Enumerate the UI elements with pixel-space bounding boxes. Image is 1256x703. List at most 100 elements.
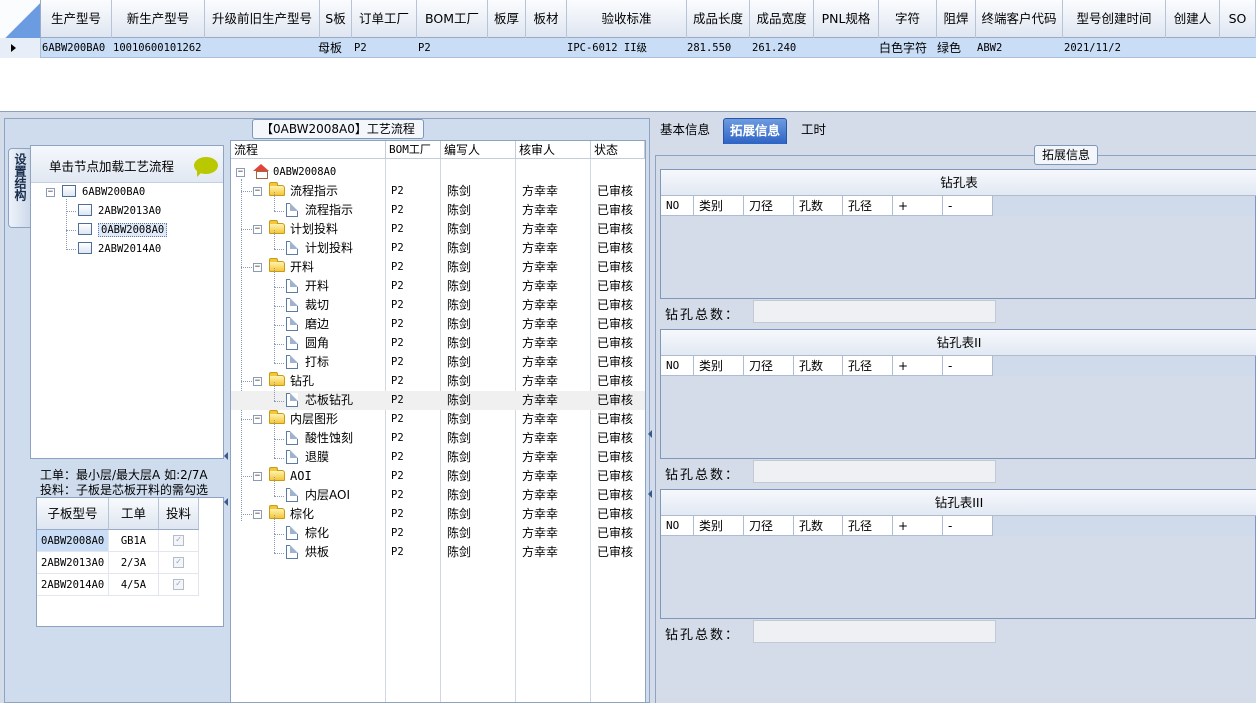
table-row-feed[interactable]: ✓ [159,552,199,574]
flow-row[interactable]: 内层AOI P2 陈剑 方幸幸 已审核 [231,477,645,505]
cell-customer-code[interactable]: ABW2 [977,38,1002,58]
table-row-model[interactable]: 2ABW2014A0 [37,574,109,596]
tab-work-hours[interactable]: 工时 [795,118,832,144]
flow-row[interactable]: − 棕化 P2 陈剑 方幸幸 已审核 [231,505,645,524]
drill-col-diameter[interactable]: 孔径 [843,196,893,216]
drill-col-no[interactable]: NO [661,516,694,536]
drill-col-no[interactable]: NO [661,356,694,376]
drill-col-plus[interactable]: + [893,196,943,216]
flow-row[interactable]: − 内层图形 P2 陈剑 方幸幸 已审核 [231,410,645,429]
col-header-standard[interactable]: 验收标准 [567,0,687,38]
cell-standard[interactable]: IPC-6012 II级 [567,38,647,58]
drill-col-minus[interactable]: - [943,196,993,216]
flow-col-header-reviewer[interactable]: 核审人 [516,141,591,159]
drill-col-no[interactable]: NO [661,196,694,216]
flow-row[interactable]: 芯板钻孔 P2 陈剑 方幸幸 已审核 [231,382,645,410]
checkbox-icon[interactable]: ✓ [173,579,184,590]
drill-col-count[interactable]: 孔数 [794,516,843,536]
drill-col-type[interactable]: 类别 [694,516,744,536]
process-flow-grid[interactable]: 流程 BOM工厂 编写人 核审人 状态 − 0ABW2008A0 − 流程指示 P2… [230,140,646,703]
cell-length[interactable]: 281.550 [687,38,731,58]
table-row[interactable]: 6ABW200BA0 10010600101262 母板 P2 P2 IPC-6… [0,38,1256,58]
col-header-material[interactable]: 板材 [526,0,567,38]
drill-col-tool[interactable]: 刀径 [744,516,794,536]
col-header-order-factory[interactable]: 订单工厂 [352,0,417,38]
cell-bom-factory[interactable]: P2 [418,38,431,58]
tree-node-child-selected[interactable]: 0ABW2008A0 [78,221,168,239]
col-header-solder-mask[interactable]: 阻焊 [937,0,976,38]
tree-node-root[interactable]: 6ABW200BA0 [62,183,145,201]
tree-node-child[interactable]: 2ABW2013A0 [78,202,161,220]
drill-col-plus[interactable]: + [893,516,943,536]
collapse-toggle-icon[interactable]: − [253,225,262,234]
cell-s-board[interactable]: 母板 [318,38,342,58]
flow-col-header-writer[interactable]: 编写人 [441,141,516,159]
collapse-toggle-icon[interactable]: − [236,168,245,177]
drill-col-plus[interactable]: + [893,356,943,376]
sub-col-header-model[interactable]: 子板型号 [37,498,109,530]
flow-row-root[interactable]: − 0ABW2008A0 [231,163,645,182]
table-row-model[interactable]: 0ABW2008A0 [37,530,109,552]
drill-table-body[interactable] [661,376,1255,458]
collapse-toggle-icon[interactable]: − [253,510,262,519]
cell-width[interactable]: 261.240 [752,38,796,58]
drill-table-1[interactable]: 钻孔表 NO 类别 刀径 孔数 孔径 + - [660,169,1256,299]
drill-col-type[interactable]: 类别 [694,196,744,216]
col-header-old-model[interactable]: 升级前旧生产型号 [205,0,320,38]
flow-row[interactable]: 裁切 P2 陈剑 方幸幸 已审核 [231,287,645,315]
cell-character[interactable]: 白色字符 [879,38,927,58]
flow-row[interactable]: − AOI P2 陈剑 方幸幸 已审核 [231,467,645,486]
col-header-length[interactable]: 成品长度 [687,0,750,38]
flow-row[interactable]: − 开料 P2 陈剑 方幸幸 已审核 [231,258,645,277]
drill-table-3[interactable]: 钻孔表III NO 类别 刀径 孔数 孔径 + - [660,489,1256,619]
cell-model[interactable]: 6ABW200BA0 [42,38,105,58]
sub-col-header-feed[interactable]: 投料 [159,498,199,530]
flow-col-header-factory[interactable]: BOM工厂 [386,141,441,159]
drill-col-minus[interactable]: - [943,356,993,376]
drill-col-count[interactable]: 孔数 [794,196,843,216]
sub-board-grid[interactable]: 子板型号 工单 投料 0ABW2008A0 GB1A ✓ 2ABW2013A0 … [36,497,224,627]
col-header-pnl[interactable]: PNL规格 [814,0,879,38]
collapse-toggle-icon[interactable]: − [253,472,262,481]
drill-col-diameter[interactable]: 孔径 [843,516,893,536]
cell-created[interactable]: 2021/11/2 [1064,38,1121,58]
col-header-so[interactable]: SO [1220,0,1256,38]
drill-total-field[interactable] [753,460,996,483]
flow-row[interactable]: 开料 P2 陈剑 方幸幸 已审核 [231,268,645,296]
collapse-toggle-icon[interactable]: − [253,377,262,386]
tab-basic-info[interactable]: 基本信息 [654,118,716,144]
col-header-width[interactable]: 成品宽度 [750,0,814,38]
drill-table-2[interactable]: 钻孔表II NO 类别 刀径 孔数 孔径 + - [660,329,1256,459]
checkbox-icon[interactable]: ✓ [173,557,184,568]
drill-col-type[interactable]: 类别 [694,356,744,376]
drill-table-body[interactable] [661,536,1255,618]
flow-row[interactable]: − 计划投料 P2 陈剑 方幸幸 已审核 [231,220,645,239]
tree-node-child[interactable]: 2ABW2014A0 [78,240,161,258]
cell-new-model[interactable]: 10010600101262 [113,38,202,58]
table-row-feed[interactable]: ✓ [159,530,199,552]
checkbox-icon[interactable]: ✓ [173,535,184,546]
splitter-left-arrow-icon[interactable] [224,498,228,506]
flow-row[interactable]: 计划投料 P2 陈剑 方幸幸 已审核 [231,230,645,258]
model-grid[interactable]: 生产型号 新生产型号 升级前旧生产型号 S板 订单工厂 BOM工厂 板厚 板材 … [0,0,1256,112]
col-header-s-board[interactable]: S板 [320,0,352,38]
col-header-new-model[interactable]: 新生产型号 [112,0,205,38]
flow-row[interactable]: 酸性蚀刻 P2 陈剑 方幸幸 已审核 [231,420,645,448]
drill-col-diameter[interactable]: 孔径 [843,356,893,376]
grid-corner[interactable] [0,0,41,38]
col-header-creator[interactable]: 创建人 [1166,0,1220,38]
table-row-order[interactable]: GB1A [109,530,159,552]
flow-row[interactable]: 棕化 P2 陈剑 方幸幸 已审核 [231,515,645,543]
col-header-thickness[interactable]: 板厚 [488,0,526,38]
collapse-toggle-icon[interactable]: − [253,187,262,196]
drill-col-tool[interactable]: 刀径 [744,356,794,376]
side-tab-structure[interactable]: 设置结构 [8,148,30,228]
col-header-model[interactable]: 生产型号 [41,0,112,38]
drill-col-count[interactable]: 孔数 [794,356,843,376]
table-row-feed[interactable]: ✓ [159,574,199,596]
col-header-customer-code[interactable]: 终端客户代码 [976,0,1063,38]
collapse-toggle-icon[interactable]: − [253,263,262,272]
collapse-toggle-icon[interactable]: − [46,188,55,197]
flow-col-header-status[interactable]: 状态 [591,141,645,159]
drill-col-minus[interactable]: - [943,516,993,536]
